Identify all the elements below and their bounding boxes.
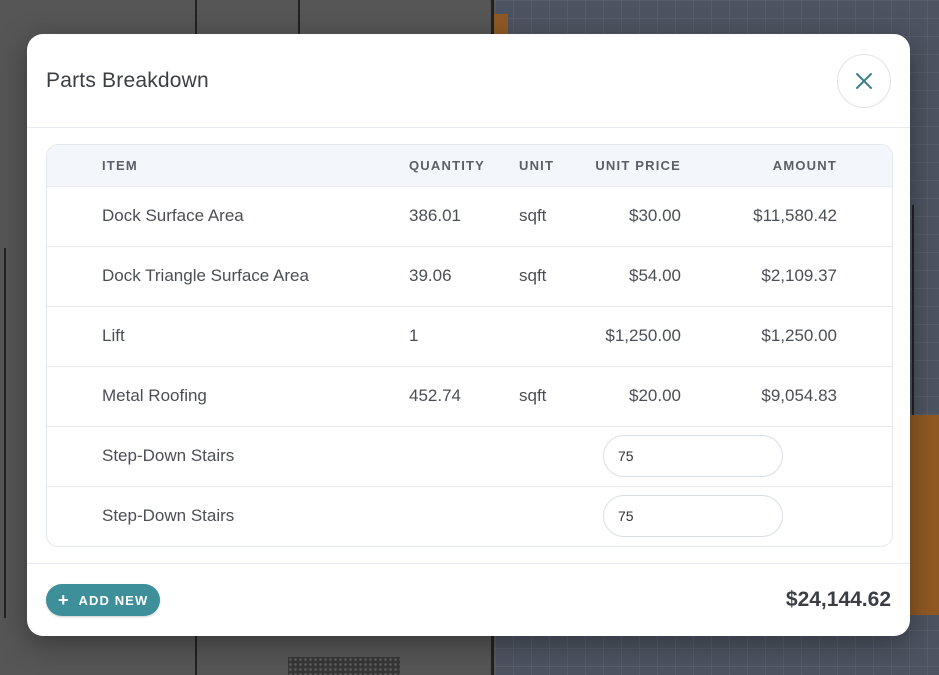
cell-unit-price: $30.00 bbox=[629, 206, 681, 225]
close-button[interactable] bbox=[837, 53, 891, 108]
cell-quantity bbox=[409, 426, 519, 486]
column-header-item: ITEM bbox=[102, 157, 138, 173]
cell-unit-price: $54.00 bbox=[629, 266, 681, 285]
modal-title: Parts Breakdown bbox=[46, 68, 209, 92]
cell-quantity: 386.01 bbox=[409, 206, 461, 225]
cell-amount: $11,580.42 bbox=[753, 206, 837, 225]
cell-item: Dock Triangle Surface Area bbox=[102, 266, 309, 285]
amount-input[interactable] bbox=[603, 435, 783, 477]
amount-input[interactable] bbox=[603, 495, 783, 538]
cell-unit bbox=[519, 306, 591, 366]
cell-item: Dock Surface Area bbox=[102, 206, 244, 225]
cell-quantity: 452.74 bbox=[409, 386, 461, 405]
total-amount: $24,144.62 bbox=[785, 588, 891, 611]
cell-amount bbox=[603, 486, 892, 546]
modal-footer: + ADD NEW $24,144.62 bbox=[27, 563, 910, 636]
parts-breakdown-modal: Parts Breakdown ITEM QUANTITY UNIT UNIT … bbox=[27, 34, 910, 636]
cell-amount: $2,109.37 bbox=[761, 266, 837, 285]
cell-quantity bbox=[409, 486, 519, 546]
cell-unit-price: $20.00 bbox=[629, 386, 681, 405]
table-row[interactable]: Lift 1 $1,250.00 $1,250.00 bbox=[47, 306, 892, 366]
table-row[interactable]: Dock Triangle Surface Area 39.06 sqft $5… bbox=[47, 246, 892, 306]
column-header-unit-price: UNIT PRICE bbox=[595, 157, 681, 173]
column-header-amount: AMOUNT bbox=[772, 157, 837, 173]
plus-icon: + bbox=[58, 590, 69, 610]
column-header-quantity: QUANTITY bbox=[409, 157, 486, 173]
cell-amount bbox=[603, 426, 892, 486]
cell-unit bbox=[519, 486, 591, 546]
cell-unit: sqft bbox=[519, 266, 547, 285]
cell-unit bbox=[519, 426, 591, 486]
cell-quantity: 39.06 bbox=[409, 266, 452, 285]
cell-amount: $9,054.83 bbox=[761, 386, 837, 405]
table-header-row: ITEM QUANTITY UNIT UNIT PRICE AMOUNT bbox=[47, 145, 892, 186]
add-new-button[interactable]: + ADD NEW bbox=[46, 584, 161, 616]
cell-unit: sqft bbox=[519, 206, 547, 225]
table-row[interactable]: Dock Surface Area 386.01 sqft $30.00 $11… bbox=[47, 186, 892, 246]
cell-unit-price: $1,250.00 bbox=[605, 326, 681, 345]
column-header-unit: UNIT bbox=[519, 157, 555, 173]
cell-item: Step-Down Stairs bbox=[102, 446, 235, 465]
modal-header: Parts Breakdown bbox=[27, 34, 910, 128]
cell-amount: $1,250.00 bbox=[761, 326, 837, 345]
table-row[interactable]: Step-Down Stairs bbox=[47, 486, 892, 546]
cell-unit: sqft bbox=[519, 386, 547, 405]
cell-item: Step-Down Stairs bbox=[102, 506, 235, 526]
table-row[interactable]: Step-Down Stairs bbox=[47, 426, 892, 486]
table-row[interactable]: Metal Roofing 452.74 sqft $20.00 $9,054.… bbox=[47, 366, 892, 426]
cell-item: Lift bbox=[102, 326, 125, 345]
cell-quantity: 1 bbox=[409, 326, 419, 345]
cell-item: Metal Roofing bbox=[102, 386, 207, 405]
add-new-label: ADD NEW bbox=[78, 592, 149, 608]
parts-table: ITEM QUANTITY UNIT UNIT PRICE AMOUNT Doc… bbox=[46, 144, 893, 547]
close-icon bbox=[856, 72, 872, 89]
